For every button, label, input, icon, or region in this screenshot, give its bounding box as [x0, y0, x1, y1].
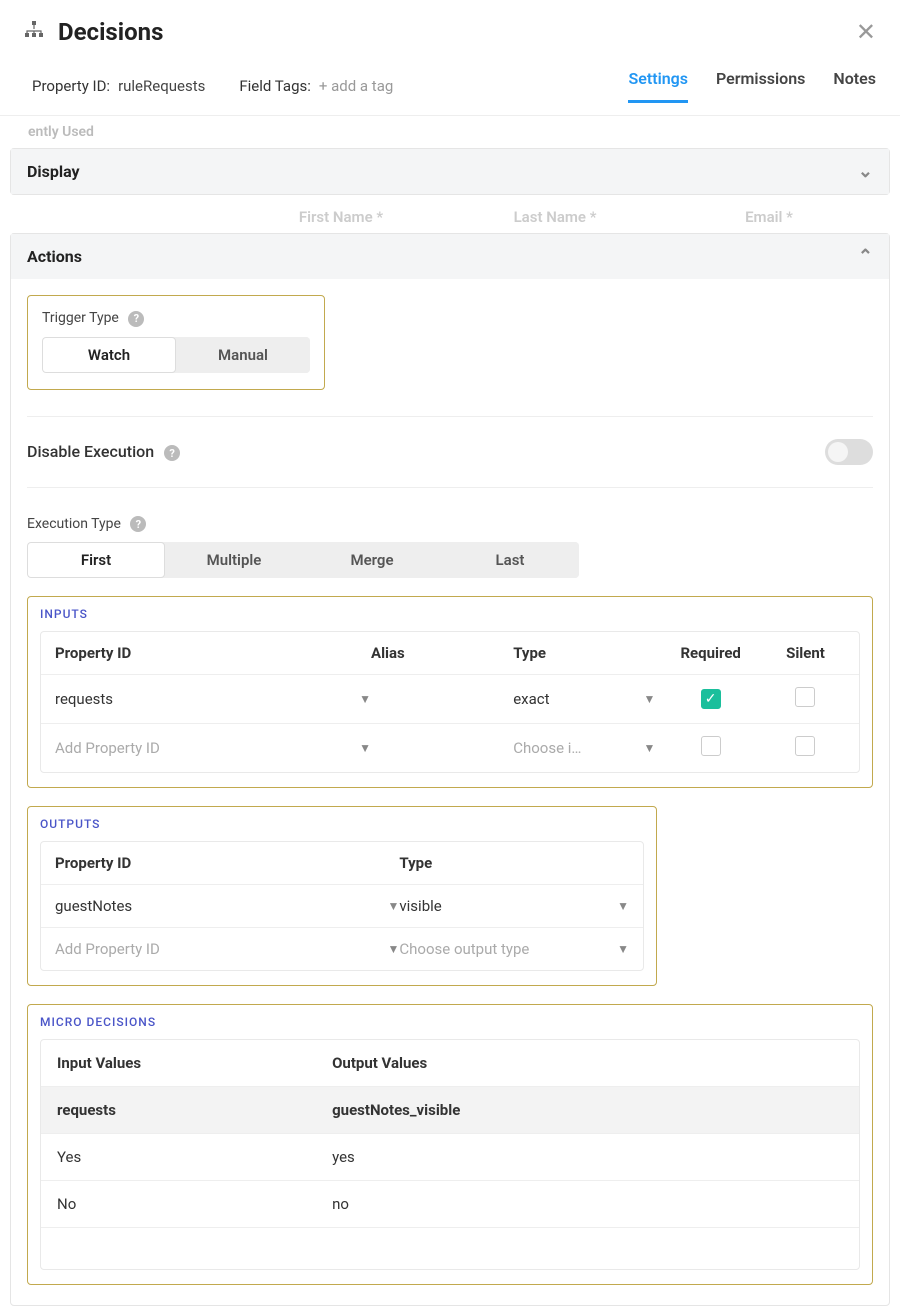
- inputs-title: INPUTS: [40, 607, 860, 621]
- panel-actions-header[interactable]: Actions ⌃: [11, 234, 889, 279]
- trigger-type-segmented: Watch Manual: [42, 337, 310, 373]
- help-icon[interactable]: ?: [130, 516, 146, 532]
- md-out[interactable]: no: [332, 1195, 843, 1213]
- bg-left: ently Used: [24, 124, 234, 140]
- help-icon[interactable]: ?: [164, 445, 180, 461]
- trigger-manual[interactable]: Manual: [176, 337, 310, 373]
- micro-decisions-title: MICRO DECISIONS: [40, 1015, 860, 1029]
- execution-type-segmented: First Multiple Merge Last: [27, 542, 579, 578]
- chevron-up-icon: ⌃: [858, 246, 873, 267]
- add-property-placeholder[interactable]: Add Property ID: [55, 739, 160, 757]
- md-col-output: Output Values: [332, 1054, 843, 1072]
- disable-execution-toggle[interactable]: [825, 439, 873, 465]
- settings-tabs: Settings Permissions Notes: [628, 69, 876, 103]
- md-out[interactable]: yes: [332, 1148, 843, 1166]
- input-prop-value[interactable]: requests: [55, 690, 113, 708]
- background-columns: ently Used: [0, 116, 900, 148]
- required-checkbox[interactable]: ✓: [701, 689, 721, 709]
- add-output-placeholder[interactable]: Add Property ID: [55, 940, 160, 958]
- micro-decisions-table: Input Values Output Values requests gues…: [40, 1039, 860, 1270]
- hierarchy-icon: [24, 20, 44, 45]
- trigger-watch[interactable]: Watch: [42, 337, 176, 373]
- md-in[interactable]: Yes: [57, 1148, 332, 1166]
- disable-execution-row: Disable Execution ?: [27, 416, 873, 488]
- outputs-col-prop: Property ID: [55, 854, 399, 872]
- tab-notes[interactable]: Notes: [833, 69, 876, 103]
- chevron-down-icon[interactable]: ▼: [388, 899, 400, 913]
- inputs-col-alias: Alias: [371, 644, 513, 662]
- background-columns-2: First Name * Last Name * Email *: [0, 201, 900, 233]
- panel-display-title: Display: [27, 162, 80, 181]
- panel-actions-body: Trigger Type ? Watch Manual Disable Exec…: [11, 279, 889, 1305]
- chevron-down-icon[interactable]: ▼: [617, 942, 629, 956]
- panel-display-header[interactable]: Display ⌄: [11, 149, 889, 194]
- inputs-col-silent: Silent: [766, 644, 845, 662]
- md-row: Yes yes: [41, 1133, 859, 1180]
- chevron-down-icon[interactable]: ▼: [359, 741, 371, 755]
- inputs-table: Property ID Alias Type Required Silent r…: [40, 631, 860, 773]
- trigger-type-box: Trigger Type ? Watch Manual: [27, 295, 325, 390]
- inputs-section: INPUTS Property ID Alias Type Required S…: [27, 596, 873, 788]
- execution-type-label: Execution Type ?: [27, 516, 873, 533]
- inputs-header-row: Property ID Alias Type Required Silent: [41, 632, 859, 674]
- dialog-header: Decisions ✕: [0, 0, 900, 55]
- chevron-down-icon[interactable]: ▼: [388, 942, 400, 956]
- exec-merge[interactable]: Merge: [303, 542, 441, 578]
- add-tag-button[interactable]: + add a tag: [319, 77, 393, 95]
- outputs-row-1: guestNotes ▼ visible ▼: [41, 884, 643, 927]
- choose-type-placeholder[interactable]: Choose i…: [513, 739, 581, 757]
- md-header: Input Values Output Values: [41, 1040, 859, 1086]
- output-type-value[interactable]: visible: [399, 897, 441, 915]
- inputs-col-type: Type: [513, 644, 655, 662]
- tab-permissions[interactable]: Permissions: [716, 69, 805, 103]
- chevron-down-icon[interactable]: ▼: [643, 741, 655, 755]
- inputs-row-add: Add Property ID ▼ Choose i… ▼: [41, 723, 859, 772]
- silent-checkbox[interactable]: [795, 736, 815, 756]
- outputs-col-type: Type: [399, 854, 629, 872]
- exec-multiple[interactable]: Multiple: [165, 542, 303, 578]
- outputs-section: OUTPUTS Property ID Type guestNotes ▼ vi…: [27, 806, 657, 986]
- required-checkbox[interactable]: [701, 736, 721, 756]
- property-id-value: ruleRequests: [118, 77, 205, 95]
- chevron-down-icon: ⌄: [858, 161, 873, 182]
- exec-last[interactable]: Last: [441, 542, 579, 578]
- tab-settings[interactable]: Settings: [628, 69, 688, 103]
- input-type-value[interactable]: exact: [513, 690, 549, 708]
- disable-execution-label: Disable Execution: [27, 442, 154, 461]
- md-sub-output: guestNotes_visible: [332, 1101, 843, 1119]
- micro-decisions-section: MICRO DECISIONS Input Values Output Valu…: [27, 1004, 873, 1285]
- chevron-down-icon[interactable]: ▼: [643, 692, 655, 706]
- md-in[interactable]: No: [57, 1195, 332, 1213]
- inputs-col-prop: Property ID: [55, 644, 371, 662]
- md-row: No no: [41, 1180, 859, 1227]
- md-col-input: Input Values: [57, 1054, 332, 1072]
- md-sub-input: requests: [57, 1101, 332, 1119]
- md-row-empty[interactable]: [41, 1227, 859, 1269]
- field-tags-label: Field Tags:: [239, 77, 311, 95]
- help-icon[interactable]: ?: [128, 311, 144, 327]
- trigger-type-label: Trigger Type ?: [42, 310, 310, 327]
- inputs-row-1: requests ▼ exact ▼ ✓: [41, 674, 859, 723]
- silent-checkbox[interactable]: [795, 687, 815, 707]
- exec-first[interactable]: First: [27, 542, 165, 578]
- close-icon[interactable]: ✕: [856, 18, 876, 46]
- outputs-header-row: Property ID Type: [41, 842, 643, 884]
- panel-actions: Actions ⌃ Trigger Type ? Watch Manual Di…: [10, 233, 890, 1306]
- output-prop-value[interactable]: guestNotes: [55, 897, 132, 915]
- outputs-row-add: Add Property ID ▼ Choose output type ▼: [41, 927, 643, 970]
- md-subheader: requests guestNotes_visible: [41, 1086, 859, 1133]
- panel-display: Display ⌄: [10, 148, 890, 195]
- panel-actions-title: Actions: [27, 247, 82, 266]
- property-id-label: Property ID:: [32, 77, 110, 95]
- chevron-down-icon[interactable]: ▼: [359, 692, 371, 706]
- outputs-title: OUTPUTS: [40, 817, 644, 831]
- subheader: Property ID: ruleRequests Field Tags: + …: [0, 55, 900, 116]
- choose-output-type-placeholder[interactable]: Choose output type: [399, 940, 529, 958]
- inputs-col-required: Required: [655, 644, 766, 662]
- page-title: Decisions: [58, 18, 163, 46]
- chevron-down-icon[interactable]: ▼: [617, 899, 629, 913]
- execution-type-block: Execution Type ? First Multiple Merge La…: [27, 516, 873, 579]
- outputs-table: Property ID Type guestNotes ▼ visible ▼: [40, 841, 644, 971]
